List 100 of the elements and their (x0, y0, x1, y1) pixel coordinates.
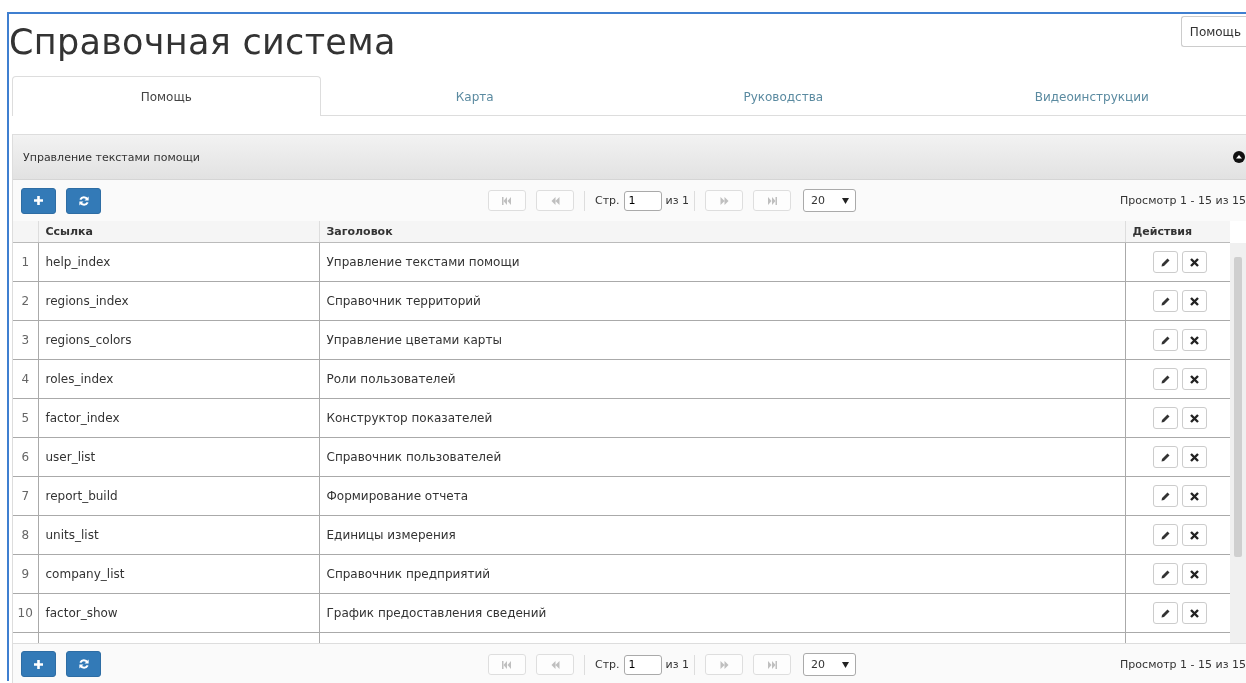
edit-button[interactable] (1152, 290, 1178, 312)
next-page-icon (719, 660, 729, 669)
table-cell: company_list (45, 567, 125, 581)
dropdown-arrow-icon (842, 197, 850, 204)
row-number: 9 (21, 567, 30, 581)
row-number: 7 (21, 489, 30, 503)
row-number: 10 (17, 606, 33, 620)
scrollbar[interactable] (1230, 243, 1246, 643)
edit-button[interactable] (1152, 446, 1178, 468)
edit-button[interactable] (1152, 524, 1178, 546)
table-cell: Роли пользователей (326, 372, 456, 386)
delete-button[interactable] (1181, 407, 1207, 429)
last-page-icon (767, 660, 778, 669)
first-page-icon (502, 660, 512, 669)
table-cell: factor_index (45, 411, 120, 425)
refresh-icon (78, 659, 89, 669)
pencil-icon (1160, 296, 1170, 306)
table-cell: regions_colors (45, 333, 132, 347)
tab[interactable]: Карта (320, 76, 629, 116)
table-cell: user_list (45, 450, 96, 464)
pencil-icon (1160, 569, 1170, 579)
table-cell: Справочник пользователей (326, 450, 502, 464)
scrollbar-thumb[interactable] (1234, 257, 1242, 557)
page-count: из 1 (665, 658, 690, 671)
table-cell: regions_index (45, 294, 129, 308)
close-icon (1189, 296, 1199, 306)
previous-page-icon (550, 660, 560, 669)
row-number: 1 (21, 255, 30, 269)
table-cell: Справочник территорий (326, 294, 481, 308)
panel-title: Управление текстами помощи (23, 150, 200, 164)
close-icon (1189, 491, 1199, 501)
page-count: из 1 (665, 194, 690, 207)
page-label: Стр. (595, 658, 620, 671)
refresh-button[interactable] (66, 187, 101, 214)
add-button[interactable] (21, 187, 56, 214)
pencil-icon (1160, 257, 1170, 267)
help-button[interactable]: Помощь (1180, 16, 1246, 47)
pencil-icon (1160, 413, 1170, 423)
close-icon (1189, 530, 1199, 540)
table-cell: factor_show (45, 606, 118, 620)
close-icon (1189, 374, 1199, 384)
row-number: 3 (21, 333, 30, 347)
delete-button[interactable] (1181, 251, 1207, 273)
close-icon (1189, 413, 1199, 423)
close-icon (1189, 569, 1199, 579)
pencil-icon (1160, 374, 1170, 384)
table-cell: Справочник предприятий (326, 567, 491, 581)
last-page-icon (767, 196, 778, 205)
add-button[interactable] (21, 651, 56, 677)
column-header[interactable]: Ссылка (45, 225, 93, 238)
edit-button[interactable] (1152, 329, 1178, 351)
table-cell: Формирование отчета (326, 489, 468, 503)
delete-button[interactable] (1181, 563, 1207, 585)
close-icon (1189, 452, 1199, 462)
table-cell: Конструктор показателей (326, 411, 493, 425)
delete-button[interactable] (1181, 446, 1207, 468)
table-cell: График предоставления сведений (326, 606, 547, 620)
page-title: Справочная система (9, 21, 396, 64)
delete-button[interactable] (1181, 368, 1207, 390)
page-input[interactable]: 1 (623, 654, 662, 675)
row-number: 2 (21, 294, 30, 308)
delete-button[interactable] (1181, 485, 1207, 507)
tab[interactable]: Руководства (629, 76, 938, 116)
pencil-icon (1160, 335, 1170, 345)
table-cell: Управление текстами помощи (326, 255, 520, 269)
delete-button[interactable] (1181, 329, 1207, 351)
first-page-icon (502, 196, 512, 205)
edit-button[interactable] (1152, 485, 1178, 507)
delete-button[interactable] (1181, 524, 1207, 546)
tab[interactable]: Помощь (12, 76, 321, 116)
collapse-icon[interactable] (1233, 150, 1245, 163)
row-number: 5 (21, 411, 30, 425)
column-header[interactable]: Заголовок (326, 225, 393, 238)
page-size-select[interactable]: 20 (803, 653, 857, 676)
refresh-button[interactable] (66, 651, 101, 677)
pencil-icon (1160, 608, 1170, 618)
row-number: 4 (21, 372, 30, 386)
edit-button[interactable] (1152, 602, 1178, 624)
delete-button[interactable] (1181, 602, 1207, 624)
next-page-icon (719, 196, 729, 205)
page-label: Стр. (595, 194, 620, 207)
page-size-select[interactable]: 20 (803, 189, 857, 212)
row-number: 6 (21, 450, 30, 464)
edit-button[interactable] (1152, 251, 1178, 273)
edit-button[interactable] (1152, 407, 1178, 429)
table-cell: Управление цветами карты (326, 333, 502, 347)
tab[interactable]: Видеоинструкции (937, 76, 1246, 116)
close-icon (1189, 608, 1199, 618)
plus-icon (34, 196, 43, 205)
edit-button[interactable] (1152, 368, 1178, 390)
records-info: Просмотр 1 - 15 из 15 (1120, 193, 1246, 209)
previous-page-icon (550, 196, 560, 205)
refresh-icon (78, 195, 89, 206)
page-input[interactable]: 1 (623, 190, 662, 211)
close-icon (1189, 257, 1199, 267)
edit-button[interactable] (1152, 563, 1178, 585)
delete-button[interactable] (1181, 290, 1207, 312)
table-cell: Единицы измерения (326, 528, 456, 542)
row-number: 8 (21, 528, 30, 542)
table-cell: roles_index (45, 372, 114, 386)
